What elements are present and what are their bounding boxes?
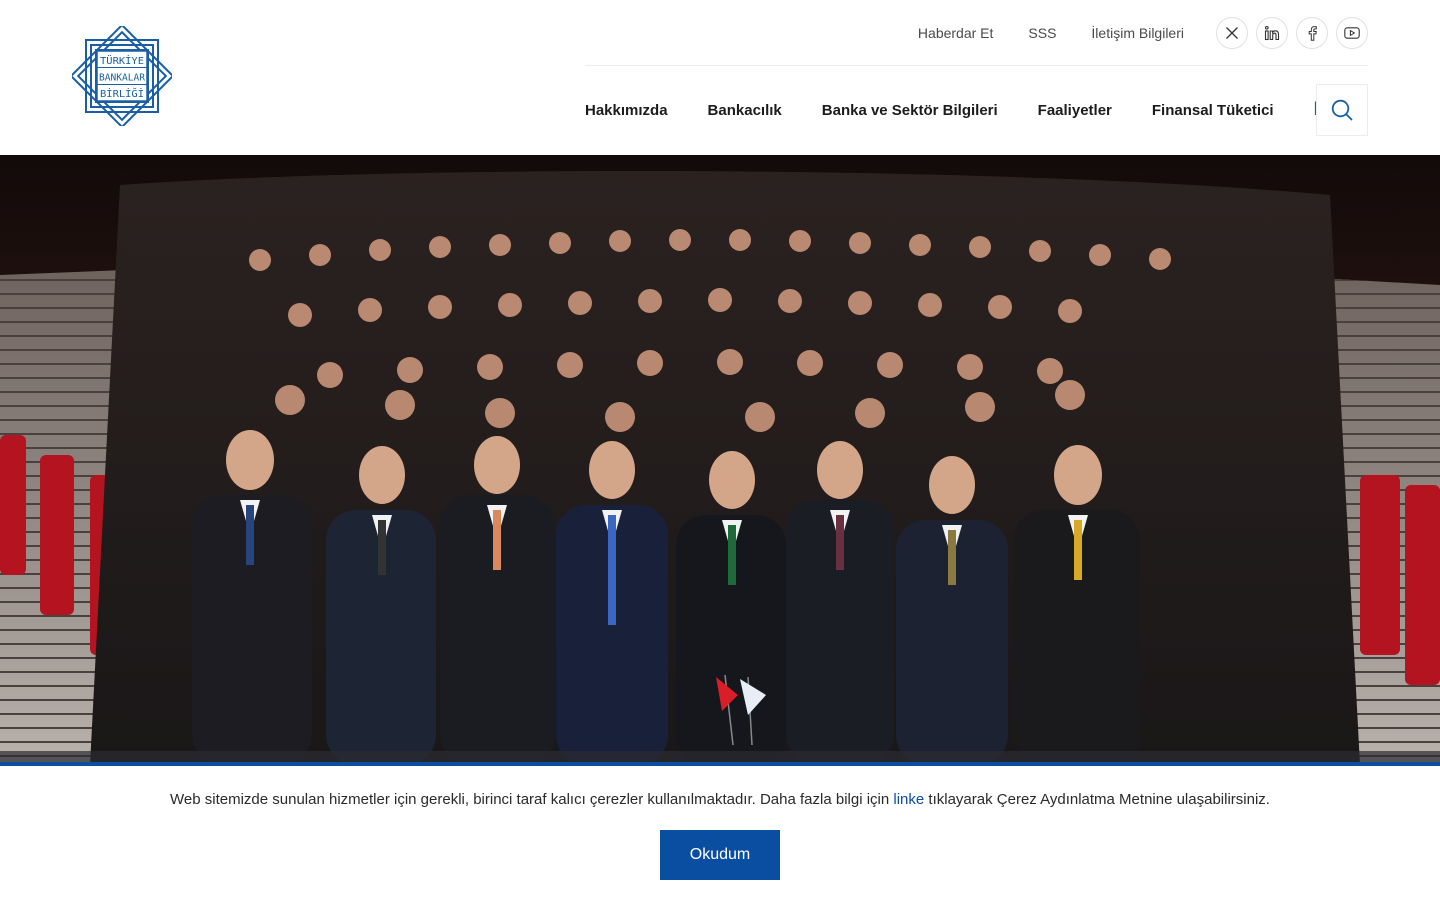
utility-bar: Haberdar Et SSS İletişim Bilgileri xyxy=(918,17,1368,49)
logo-line-1: TÜRKİYE xyxy=(100,54,144,67)
linkedin-button[interactable] xyxy=(1256,17,1288,49)
youtube-icon xyxy=(1344,27,1360,39)
top-link-haberdar-et[interactable]: Haberdar Et xyxy=(918,25,993,41)
x-button[interactable] xyxy=(1216,17,1248,49)
cookie-text-before: Web sitemizde sunulan hizmetler için ger… xyxy=(170,791,894,808)
cookie-accept-button[interactable]: Okudum xyxy=(660,830,780,880)
nav-banka-ve-sektor-bilgileri[interactable]: Banka ve Sektör Bilgileri xyxy=(822,102,998,119)
header-divider xyxy=(585,65,1368,66)
cookie-message: Web sitemizde sunulan hizmetler için ger… xyxy=(0,791,1440,808)
linkedin-icon xyxy=(1264,25,1280,41)
logo-line-3: BİRLİĞİ xyxy=(100,87,144,100)
nav-bankacilik[interactable]: Bankacılık xyxy=(708,102,782,119)
nav-hakkimizda[interactable]: Hakkımızda xyxy=(585,102,668,119)
hero-photo xyxy=(0,155,1440,765)
hero-banner xyxy=(0,155,1440,765)
cookie-text-after: tıklayarak Çerez Aydınlatma Metnine ulaş… xyxy=(924,791,1270,808)
search-button[interactable] xyxy=(1316,84,1368,136)
site-header: TÜRKİYE BANKALAR BİRLİĞİ Haberdar Et SSS… xyxy=(0,0,1440,155)
facebook-icon xyxy=(1308,26,1317,41)
facebook-button[interactable] xyxy=(1296,17,1328,49)
tbb-logo[interactable]: TÜRKİYE BANKALAR BİRLİĞİ xyxy=(72,26,172,126)
top-link-iletisim[interactable]: İletişim Bilgileri xyxy=(1091,25,1184,41)
x-icon xyxy=(1226,27,1238,39)
social-links xyxy=(1216,17,1368,49)
cookie-policy-link[interactable]: linke xyxy=(893,791,924,808)
logo-line-2: BANKALAR xyxy=(99,73,146,84)
cookie-consent-bar: Web sitemizde sunulan hizmetler için ger… xyxy=(0,766,1440,900)
main-nav: Hakkımızda Bankacılık Banka ve Sektör Bi… xyxy=(585,98,1340,122)
top-link-sss[interactable]: SSS xyxy=(1028,25,1056,41)
nav-finansal-tuketici[interactable]: Finansal Tüketici xyxy=(1152,102,1274,119)
youtube-button[interactable] xyxy=(1336,17,1368,49)
search-icon xyxy=(1331,99,1353,121)
nav-faaliyetler[interactable]: Faaliyetler xyxy=(1038,102,1112,119)
